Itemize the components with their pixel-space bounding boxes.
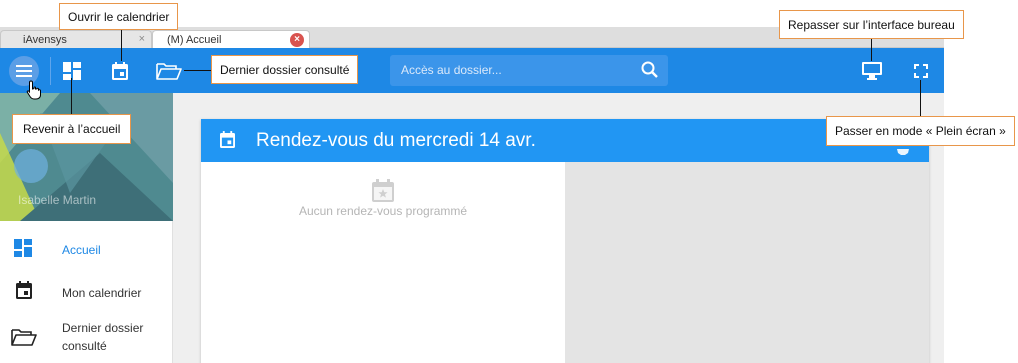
fullscreen-icon: [914, 63, 928, 78]
tab-label: iAvensys: [23, 34, 67, 46]
sidebar-item-label: Dernier dossier: [62, 321, 144, 335]
sidebar-item-label: Mon calendrier: [62, 286, 142, 300]
empty-state-text: Aucun rendez-vous programmé: [298, 204, 468, 218]
desktop-mode-button[interactable]: [860, 48, 884, 93]
menu-icon: [16, 65, 32, 77]
calendar-icon: [16, 281, 32, 299]
callout-leader: [871, 39, 872, 61]
calendar-icon: [220, 131, 235, 148]
sidebar-item-accueil[interactable]: Accueil: [0, 229, 172, 269]
callout-leader: [71, 78, 72, 114]
callout-leader: [920, 80, 921, 116]
card-header: Rendez-vous du mercredi 14 avr.: [201, 119, 929, 162]
appointments-card: Rendez-vous du mercredi 14 avr. Aucun re…: [201, 119, 929, 363]
callout-plein-ecran: Passer en mode « Plein écran »: [826, 116, 1015, 146]
user-name: Isabelle Martin: [18, 193, 97, 207]
card-title: Rendez-vous du mercredi 14 avr.: [256, 130, 536, 151]
sidebar-item-calendrier[interactable]: Mon calendrier: [0, 271, 172, 311]
tab-close-icon[interactable]: ×: [290, 33, 304, 47]
folder-open-icon: [156, 62, 182, 80]
callout-text: Revenir à l’accueil: [23, 122, 121, 136]
search-input[interactable]: Accès au dossier...: [401, 63, 502, 77]
callout-revenir-accueil: Revenir à l’accueil: [12, 114, 132, 144]
hand-cursor-icon: [26, 80, 41, 100]
search-icon[interactable]: [640, 60, 660, 80]
appointments-list: Aucun rendez-vous programmé: [201, 162, 565, 363]
sidebar-item-label-line2: consulté: [62, 339, 107, 353]
sidebar-item-label: Accueil: [62, 243, 101, 257]
home-button[interactable]: [60, 48, 84, 93]
fullscreen-button[interactable]: [910, 48, 932, 93]
calendar-star-icon: [372, 179, 394, 202]
divider: [50, 57, 51, 85]
tab-close-icon[interactable]: ×: [139, 33, 145, 45]
calendar-button[interactable]: [108, 48, 132, 93]
browser-tab-iavensys[interactable]: iAvensys ×: [0, 30, 152, 48]
sidebar-item-dernier-dossier[interactable]: Dernier dossier consulté: [0, 315, 172, 359]
avatar[interactable]: [14, 149, 48, 183]
gear-icon[interactable]: [897, 149, 909, 155]
sidebar-profile-header: Isabelle Martin: [0, 93, 173, 221]
callout-leader: [121, 28, 122, 61]
callout-dernier-dossier: Dernier dossier consulté: [211, 55, 359, 84]
browser-tab-accueil[interactable]: (M) Accueil ×: [152, 30, 310, 48]
folder-open-icon: [11, 329, 37, 346]
callout-ouvrir-calendrier: Ouvrir le calendrier: [59, 3, 179, 30]
tab-label: (M) Accueil: [167, 34, 222, 46]
callout-text: Dernier dossier consulté: [220, 62, 350, 77]
callout-text: Repasser sur l’interface bureau: [788, 17, 955, 32]
dashboard-icon: [63, 61, 81, 80]
callout-leader: [184, 70, 211, 71]
folder-search-bar[interactable]: Accès au dossier...: [390, 55, 668, 86]
desktop-monitor-icon: [862, 61, 882, 80]
appointment-detail-panel: [565, 162, 929, 363]
callout-interface-bureau: Repasser sur l’interface bureau: [779, 10, 964, 39]
callout-text: Passer en mode « Plein écran »: [835, 124, 1006, 138]
dashboard-icon: [14, 239, 32, 257]
callout-text: Ouvrir le calendrier: [68, 9, 170, 24]
last-folder-button[interactable]: [155, 48, 183, 93]
app-bar: Accès au dossier...: [0, 48, 944, 93]
calendar-icon: [112, 61, 128, 80]
